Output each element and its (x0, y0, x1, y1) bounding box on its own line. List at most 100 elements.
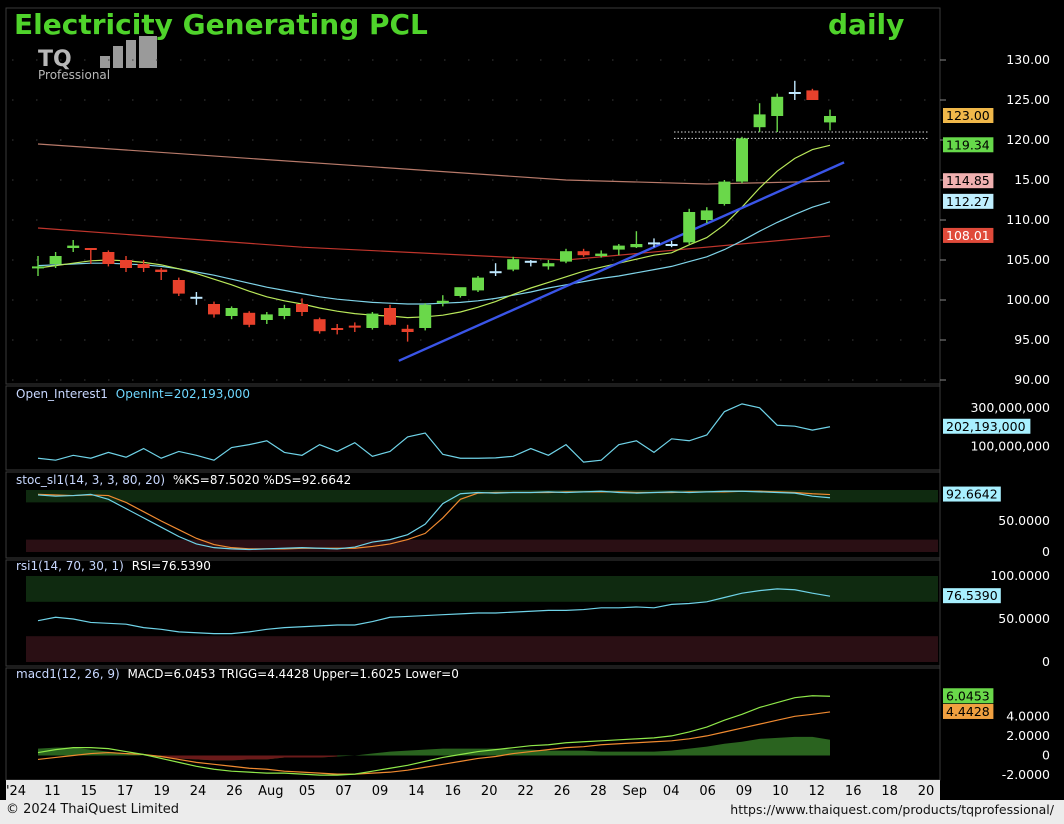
chart-canvas: Electricity Generating PCL daily TQ Prof… (0, 0, 1064, 800)
period-label: daily (828, 8, 904, 41)
x-axis-label: 18 (881, 784, 898, 799)
candle (718, 180, 731, 206)
x-axis-label: 10 (772, 784, 789, 799)
macd-axis-label: 4.0000 (1006, 708, 1050, 723)
price-label: 108.01 (946, 228, 990, 243)
candle-body (824, 116, 836, 123)
candle-body (366, 313, 379, 328)
price-label: 112.27 (946, 194, 990, 209)
stoch-axis-label: 0 (1042, 544, 1050, 559)
candle-body (472, 277, 484, 291)
stoch-oversold-zone (26, 539, 938, 552)
x-axis-label: 14 (408, 784, 425, 799)
chart-title: Electricity Generating PCL (14, 8, 428, 41)
candle-body (771, 96, 784, 116)
candle-body (736, 138, 748, 182)
candle-body (155, 269, 168, 272)
svg-text:rsi1(14, 70, 30, 1) RSI=: rsi1(14, 70, 30, 1) RSI=76.5390 (16, 559, 211, 573)
price-axis-label: 90.00 (1014, 372, 1050, 387)
candle-body (49, 256, 62, 264)
candle (806, 88, 819, 100)
candle-body (577, 251, 590, 256)
macd-axis-label: 0 (1042, 748, 1050, 763)
candle-body (542, 263, 555, 267)
x-axis-label: 05 (299, 784, 316, 799)
rsi-oversold-zone (26, 636, 938, 662)
candle (172, 277, 185, 296)
candle-body (665, 244, 678, 246)
stoch-axis-label: 50.0000 (998, 513, 1050, 528)
x-axis-label: '24 (6, 784, 26, 799)
rsi-axis-label: 0 (1042, 654, 1050, 669)
candle-body (630, 244, 643, 248)
candle-body (524, 260, 537, 263)
x-axis-label: 07 (335, 784, 352, 799)
oi-axis-label: 202,193,000 (946, 419, 1026, 434)
x-axis-label: Sep (623, 784, 648, 799)
candle-body (32, 266, 44, 269)
candle-body (806, 90, 819, 100)
svg-text:macd1(12, 26, 9) MACD=6.: macd1(12, 26, 9) MACD=6.0453 TRIGG=4.442… (16, 667, 459, 681)
x-axis-label: 11 (44, 784, 61, 799)
price-axis-label: 95.00 (1014, 332, 1050, 347)
x-axis-label: 28 (590, 784, 607, 799)
rsi-axis-label: 100.0000 (990, 568, 1050, 583)
price-axis-label: 125.00 (1006, 92, 1050, 107)
x-axis-label: 09 (372, 784, 389, 799)
x-axis-bar (6, 780, 940, 800)
candle-body (560, 251, 572, 262)
rsi-axis-label: 50.0000 (998, 611, 1050, 626)
candle-body (84, 248, 97, 250)
candle-body (384, 308, 396, 325)
candle-body (700, 210, 713, 220)
candle-body (489, 271, 502, 274)
candle-body (296, 304, 308, 312)
candle-body (172, 280, 185, 294)
candle-body (788, 92, 801, 94)
candle-body (137, 264, 150, 268)
stoch-label: %KS=87.5020 %DS=92.6642 (173, 473, 351, 487)
candle-body (208, 304, 220, 315)
candle-body (278, 308, 291, 316)
x-axis-label: 20 (481, 784, 498, 799)
candle-body (260, 314, 273, 320)
macd-axis-label: 6.0453 (946, 688, 990, 703)
rsi-axis-label: 76.5390 (946, 588, 998, 603)
price-axis-label: 100.00 (1006, 292, 1050, 307)
logo-sub: Professional (38, 68, 110, 82)
macd-title: macd1(12, 26, 9) (16, 667, 120, 681)
price-label: 114.85 (946, 173, 990, 188)
x-axis-label: 12 (809, 784, 826, 799)
x-axis-label: 17 (117, 784, 134, 799)
candle-body (225, 308, 238, 316)
oi-axis-label: 300,000,000 (970, 400, 1050, 415)
candle-body (120, 260, 132, 268)
x-axis-label: 16 (845, 784, 862, 799)
candle-body (67, 245, 80, 248)
oi-label: OpenInt=202,193,000 (116, 387, 250, 401)
macd-axis-label: -2.0000 (1002, 767, 1050, 782)
candle-body (419, 304, 432, 328)
candle (419, 303, 432, 331)
candle-body (102, 252, 115, 264)
x-axis-label: 22 (517, 784, 534, 799)
price-axis-label: 120.00 (1006, 132, 1050, 147)
candle-body (683, 212, 696, 243)
x-axis-label: 26 (554, 784, 571, 799)
candle-body (243, 312, 256, 325)
candle-body (331, 328, 344, 330)
candle-body (190, 296, 203, 299)
chart-window: Electricity Generating PCL daily TQ Prof… (0, 0, 1064, 824)
candle-body (595, 253, 608, 256)
svg-text:stoc_sl1(14, 3, 3, 80, 20): stoc_sl1(14, 3, 3, 80, 20) %KS=87.5020 %… (16, 473, 351, 487)
macd-axis-label: 2.0000 (1006, 728, 1050, 743)
macd-axis-label: 4.4428 (946, 704, 990, 719)
candle-body (648, 242, 660, 245)
candle (472, 276, 484, 292)
rsi-title: rsi1(14, 70, 30, 1) (16, 559, 124, 573)
macd-label: MACD=6.0453 TRIGG=4.4428 Upper=1.6025 Lo… (128, 667, 459, 681)
x-axis-label: 24 (190, 784, 207, 799)
footer-url[interactable]: https://www.thaiquest.com/products/tqpro… (730, 802, 1054, 817)
price-label: 119.34 (946, 137, 990, 152)
price-axis-label: 130.00 (1006, 52, 1050, 67)
